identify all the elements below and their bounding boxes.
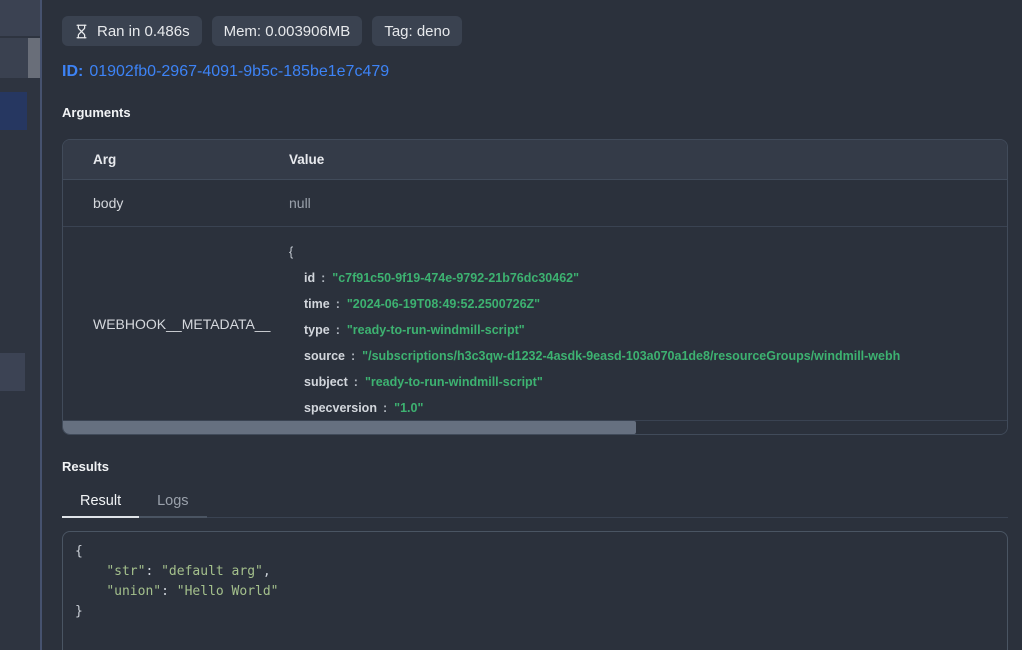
arg-name: WEBHOOK__METADATA__ xyxy=(63,227,289,420)
tab-result[interactable]: Result xyxy=(62,489,139,518)
tag-badge-label: Tag: deno xyxy=(384,23,450,40)
result-value-str: "default arg" xyxy=(161,564,263,579)
memory-badge-label: Mem: 0.003906MB xyxy=(224,23,351,40)
memory-badge: Mem: 0.003906MB xyxy=(212,16,363,46)
metadata-entry-specversion: specversion:"1.0" xyxy=(289,395,1007,420)
result-key-union: "union" xyxy=(106,584,161,599)
arguments-heading: Arguments xyxy=(62,105,1008,120)
runtime-badge-label: Ran in 0.486s xyxy=(97,23,190,40)
object-open-brace: { xyxy=(289,239,1007,265)
arg-name: body xyxy=(63,195,289,211)
tab-logs[interactable]: Logs xyxy=(139,489,206,518)
metadata-entry-subject: subject:"ready-to-run-windmill-script" xyxy=(289,369,1007,395)
sidebar-top-block xyxy=(0,0,40,36)
background-sidebar xyxy=(0,0,40,650)
job-id-link[interactable]: 01902fb0-2967-4091-9b5c-185be1e7c479 xyxy=(89,63,389,80)
metadata-entry-source: source:"/subscriptions/h3c3qw-d1232-4asd… xyxy=(289,343,1007,369)
result-close-brace: } xyxy=(75,604,83,619)
arg-value-null: null xyxy=(289,195,1007,211)
job-id-label: ID: xyxy=(62,63,83,80)
hourglass-icon xyxy=(74,24,89,39)
job-stats-row: Ran in 0.486s Mem: 0.003906MB Tag: deno xyxy=(62,16,1008,46)
result-key-str: "str" xyxy=(106,564,145,579)
table-horizontal-scrollbar[interactable] xyxy=(63,421,1007,434)
results-heading: Results xyxy=(62,459,1008,474)
results-tabs: Result Logs xyxy=(62,489,1008,518)
metadata-object-viewer: { id:"c7f91c50-9f19-474e-9792-21b76dc304… xyxy=(289,227,1007,420)
arguments-table-header: Arg Value xyxy=(63,140,1007,180)
job-detail-panel: Ran in 0.486s Mem: 0.003906MB Tag: deno … xyxy=(42,0,1022,650)
runtime-badge: Ran in 0.486s xyxy=(62,16,202,46)
arguments-table: Arg Value body null WEBHOOK__METADATA__ … xyxy=(62,139,1008,435)
sidebar-item[interactable] xyxy=(0,353,25,391)
result-json-viewer: { "str": "default arg", "union": "Hello … xyxy=(62,531,1008,650)
result-value-union: "Hello World" xyxy=(177,584,279,599)
result-open-brace: { xyxy=(75,544,83,559)
column-header-arg: Arg xyxy=(63,152,289,167)
metadata-entry-time: time:"2024-06-19T08:49:52.2500726Z" xyxy=(289,291,1007,317)
scrollbar-thumb[interactable] xyxy=(63,421,636,434)
metadata-entry-id: id:"c7f91c50-9f19-474e-9792-21b76dc30462… xyxy=(289,265,1007,291)
tag-badge: Tag: deno xyxy=(372,16,462,46)
table-row-body: body null xyxy=(63,180,1007,227)
job-id-line: ID: 01902fb0-2967-4091-9b5c-185be1e7c479 xyxy=(62,63,1008,81)
column-header-value: Value xyxy=(289,152,1007,167)
metadata-entry-type: type:"ready-to-run-windmill-script" xyxy=(289,317,1007,343)
sidebar-selected-item[interactable] xyxy=(0,92,27,130)
sidebar-scroll-handle[interactable] xyxy=(28,38,40,78)
table-row-webhook-metadata: WEBHOOK__METADATA__ { id:"c7f91c50-9f19-… xyxy=(63,227,1007,421)
